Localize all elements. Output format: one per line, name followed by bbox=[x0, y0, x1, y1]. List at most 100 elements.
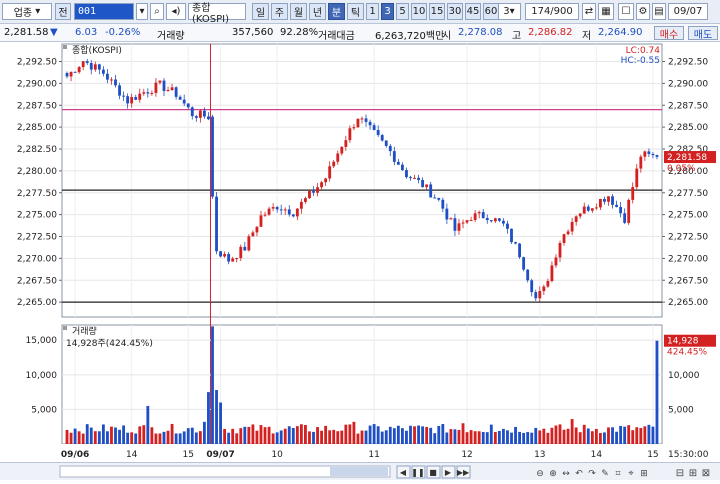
zoom-icon[interactable]: ⊞ bbox=[689, 468, 697, 479]
candle bbox=[437, 198, 441, 200]
period-1-button[interactable]: 주 bbox=[271, 3, 288, 20]
checkbox-icon[interactable]: ☐ bbox=[618, 3, 634, 20]
volume-bar bbox=[364, 430, 368, 444]
tool-icon[interactable]: ↷ bbox=[588, 469, 596, 479]
candle bbox=[178, 96, 182, 100]
candle bbox=[97, 64, 101, 70]
jeon-button[interactable]: 전 bbox=[55, 3, 71, 20]
amount-value: 6,263,720백만 bbox=[375, 31, 445, 42]
code-input[interactable]: 001 bbox=[74, 3, 134, 20]
speaker-icon[interactable]: ◂) bbox=[166, 3, 186, 20]
volume-bar bbox=[449, 429, 453, 444]
volume-bar bbox=[271, 433, 275, 444]
tool-icon[interactable]: ⊞ bbox=[640, 469, 648, 479]
candle bbox=[215, 196, 218, 252]
candle bbox=[93, 64, 97, 70]
volume-bar bbox=[429, 427, 433, 444]
volume-bar bbox=[150, 427, 154, 444]
interval-5-button[interactable]: 5 bbox=[396, 3, 409, 20]
y-tick-label-left: 2,270.00 bbox=[17, 254, 57, 264]
volume-last-label: 14,928 bbox=[667, 337, 699, 347]
x-axis-band bbox=[0, 444, 720, 462]
y-tick-label-left: 2,275.00 bbox=[17, 211, 57, 221]
tool-icon[interactable]: ⊕ bbox=[549, 469, 557, 479]
market-select[interactable]: 업종 ▾ bbox=[2, 3, 52, 20]
candle bbox=[81, 61, 85, 68]
volume-bar bbox=[352, 421, 356, 444]
volume-bar bbox=[372, 424, 376, 444]
candle bbox=[594, 207, 598, 209]
candle bbox=[421, 179, 425, 188]
candle bbox=[291, 214, 295, 217]
grid-icon[interactable]: ▦ bbox=[598, 3, 614, 20]
tool-icon[interactable]: ✎ bbox=[601, 469, 609, 479]
tool-icon[interactable]: ⌖ bbox=[628, 469, 633, 479]
scrollbar-thumb[interactable] bbox=[330, 467, 388, 476]
tool-icon[interactable]: ⊖ bbox=[536, 469, 544, 479]
volume-bar bbox=[247, 426, 251, 444]
info-bar: 2,281.58 ▼ 6.03 -0.26% 거래량 357,560 92.28… bbox=[0, 24, 720, 42]
search-icon[interactable]: ⌕ bbox=[150, 3, 164, 20]
interval-45-button[interactable]: 45 bbox=[465, 3, 481, 20]
interval-30-button[interactable]: 30 bbox=[447, 3, 463, 20]
interval-3-button[interactable]: 3 bbox=[381, 3, 394, 20]
chart-area[interactable]: 2,292.50 2,292.50 2,290.00 2,290.00 2,287.50… bbox=[0, 42, 720, 462]
lc-label: LC:0.74 bbox=[626, 46, 661, 56]
gear-icon[interactable]: ⚙ bbox=[636, 3, 650, 20]
calendar-icon[interactable]: ▤ bbox=[652, 3, 666, 20]
volume-bar bbox=[336, 431, 340, 444]
candle bbox=[396, 161, 400, 165]
period-0-button[interactable]: 일 bbox=[252, 3, 269, 20]
interval-10-button[interactable]: 10 bbox=[411, 3, 427, 20]
candle bbox=[186, 103, 190, 108]
tool-icon[interactable]: ↔ bbox=[562, 469, 570, 479]
volume-bar bbox=[211, 326, 214, 444]
candle bbox=[190, 107, 194, 117]
period-4-button[interactable]: 분 bbox=[328, 3, 345, 20]
tool-icon[interactable]: ↶ bbox=[575, 469, 583, 479]
playback-icon: ❚❚ bbox=[411, 468, 424, 477]
volume-bar bbox=[582, 424, 586, 444]
code-dropdown-icon[interactable]: ▾ bbox=[136, 3, 148, 20]
buy-button[interactable]: 매수 bbox=[654, 26, 684, 41]
y-tick-label-right: 2,265.00 bbox=[668, 298, 708, 308]
candle bbox=[251, 232, 255, 237]
period-3-button[interactable]: 년 bbox=[309, 3, 326, 20]
period-2-button[interactable]: 월 bbox=[290, 3, 307, 20]
volume-bar bbox=[316, 427, 319, 444]
volume-bar bbox=[97, 431, 101, 444]
volume-bar bbox=[489, 424, 493, 444]
tool-icon[interactable]: ⌗ bbox=[615, 469, 620, 479]
volume-bar bbox=[122, 425, 126, 444]
candle bbox=[198, 110, 202, 118]
candle bbox=[271, 207, 275, 209]
interval-custom-select[interactable]: 3 ▾ bbox=[497, 3, 521, 20]
candle bbox=[134, 97, 138, 100]
y-tick-label-left: 2,272.50 bbox=[17, 233, 57, 243]
candle bbox=[586, 206, 590, 211]
candle bbox=[275, 207, 279, 210]
period-5-button[interactable]: 틱 bbox=[347, 3, 364, 20]
y-tick-label-right: 2,277.50 bbox=[668, 189, 708, 199]
current-price-label: 2,281.58 bbox=[667, 153, 707, 163]
volume-bar bbox=[154, 433, 158, 444]
swap-icon[interactable]: ⇄ bbox=[582, 3, 596, 20]
volume-bar bbox=[396, 425, 400, 444]
interval-1-button[interactable]: 1 bbox=[366, 3, 379, 20]
volume-bar bbox=[227, 432, 231, 444]
candle bbox=[417, 177, 420, 180]
chart-title: 종합(KOSPI) bbox=[72, 45, 122, 56]
volume-bar bbox=[178, 433, 182, 444]
interval-60-button[interactable]: 60 bbox=[483, 3, 499, 20]
volume-bar bbox=[344, 424, 348, 444]
volume-bar bbox=[182, 431, 186, 444]
zoom-icon[interactable]: ⊠ bbox=[702, 468, 710, 479]
volume-bar bbox=[263, 427, 267, 444]
interval-15-button[interactable]: 15 bbox=[429, 3, 445, 20]
date-field[interactable]: 09/07 bbox=[668, 3, 708, 20]
candle bbox=[647, 151, 651, 154]
candle bbox=[639, 156, 643, 169]
y-tick-label-left: 2,290.00 bbox=[17, 79, 57, 89]
zoom-icon[interactable]: ⊟ bbox=[676, 468, 684, 479]
sell-button[interactable]: 매도 bbox=[688, 26, 718, 41]
